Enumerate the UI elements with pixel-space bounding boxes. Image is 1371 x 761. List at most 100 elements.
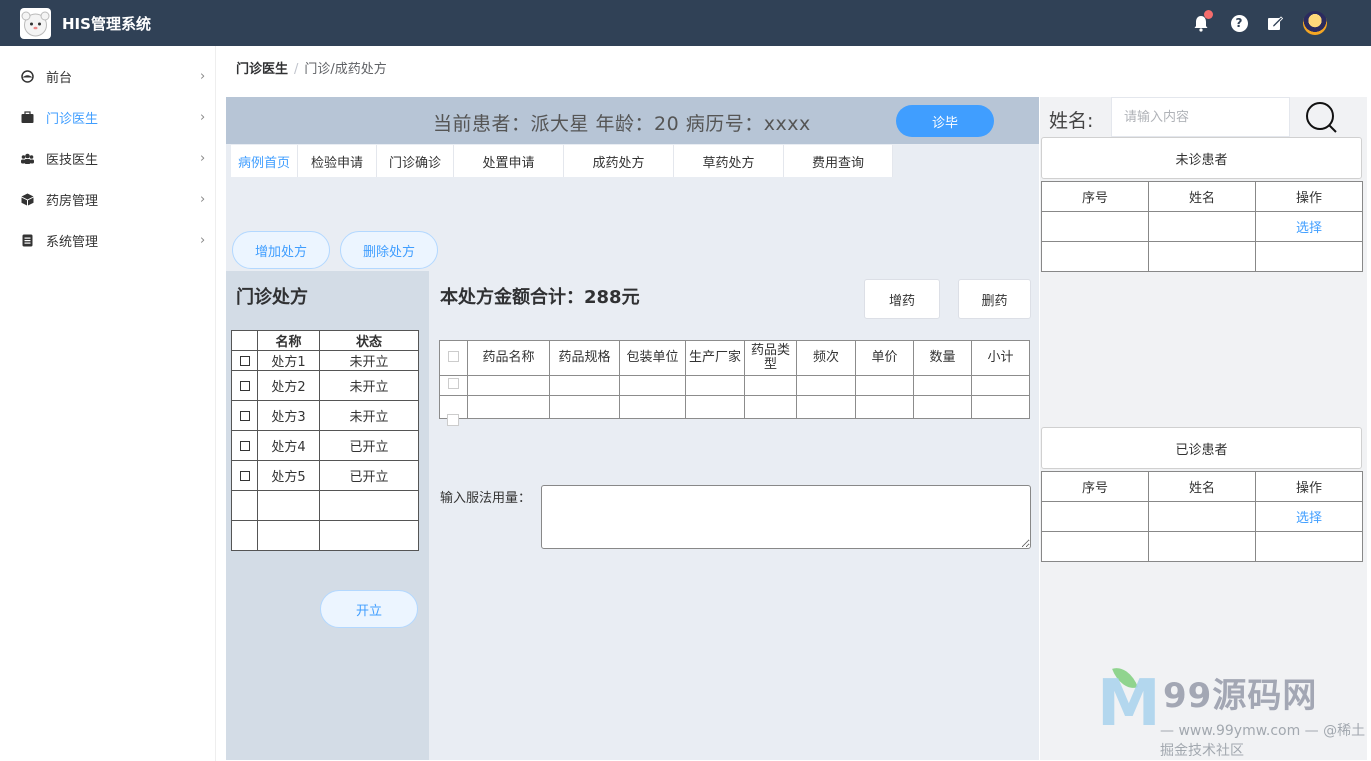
row-checkbox[interactable] <box>239 410 250 421</box>
sidebar-item-medtech-doctor[interactable]: 医技医生 › <box>0 138 216 179</box>
name-label: 姓名: <box>1049 110 1094 132</box>
sidebar-item-label: 医技医生 <box>46 153 99 168</box>
watermark-logo: M <box>1097 667 1161 741</box>
table-row[interactable]: 处方5 已开立 <box>231 460 419 491</box>
row-checkbox[interactable] <box>239 355 250 366</box>
user-avatar[interactable] <box>1303 11 1327 35</box>
add-prescription-button[interactable]: 增加处方 <box>232 231 330 269</box>
breadcrumb-current: 门诊/成药处方 <box>304 62 387 77</box>
done-patients-button[interactable]: 已诊患者 <box>1041 427 1362 469</box>
delete-drug-button[interactable]: 删药 <box>958 279 1031 319</box>
row-checkbox[interactable] <box>239 380 250 391</box>
select-patient-link[interactable]: 选择 <box>1296 221 1322 236</box>
column-header: 姓名 <box>1148 181 1256 212</box>
pending-patients-button[interactable]: 未诊患者 <box>1041 137 1362 179</box>
prescription-name: 处方3 <box>257 400 320 431</box>
help-icon[interactable]: ? <box>1229 13 1249 33</box>
table-row[interactable] <box>439 375 1030 396</box>
sidebar-item-outpatient-doctor[interactable]: 门诊医生 › <box>0 97 216 138</box>
notification-badge <box>1204 10 1213 19</box>
delete-prescription-button[interactable]: 删除处方 <box>340 231 438 269</box>
add-drug-button[interactable]: 增药 <box>864 279 940 319</box>
column-header: 药品类型 <box>744 340 797 376</box>
sidebar-item-front-desk[interactable]: 前台 › <box>0 56 216 97</box>
app-title: HIS管理系统 <box>62 15 151 33</box>
sidebar-item-system[interactable]: 系统管理 › <box>0 220 216 261</box>
finish-consultation-button[interactable]: 诊毕 <box>896 105 994 137</box>
table-row <box>231 490 419 521</box>
watermark-subtext: — www.99ymw.com — @稀土掘金技术社区 <box>1160 723 1366 759</box>
dosage-label: 输入服法用量： <box>440 491 532 506</box>
column-header: 姓名 <box>1148 471 1256 502</box>
tab-diagnosis[interactable]: 门诊确诊 <box>377 145 454 177</box>
prescription-total: 本处方金额合计：288元 <box>440 287 640 308</box>
patient-search-input[interactable] <box>1111 97 1290 137</box>
prescription-name: 处方5 <box>257 460 320 491</box>
select-patient-link[interactable]: 选择 <box>1296 511 1322 526</box>
tab-treatment-request[interactable]: 处置申请 <box>454 145 564 177</box>
prescription-name: 处方2 <box>257 370 320 401</box>
table-row[interactable]: 处方2 未开立 <box>231 370 419 401</box>
app-logo <box>20 8 51 39</box>
prescription-list-title: 门诊处方 <box>236 287 308 308</box>
row-checkbox[interactable] <box>239 470 250 481</box>
top-header: HIS管理系统 ? <box>0 0 1371 46</box>
chevron-right-icon: › <box>200 151 206 166</box>
column-header: 频次 <box>796 340 856 376</box>
breadcrumb-separator: / <box>294 62 299 77</box>
column-header <box>231 330 258 351</box>
prescription-name: 处方1 <box>257 350 320 371</box>
table-row <box>439 395 1030 419</box>
prescription-table: 名称 状态 处方1 未开立 处方2 未开立 处方3 未开立 处方4 已开立 处方… <box>231 330 419 551</box>
column-header: 序号 <box>1041 181 1149 212</box>
sidebar-item-pharmacy[interactable]: 药房管理 › <box>0 179 216 220</box>
table-row: 选择 <box>1041 501 1363 532</box>
tab-case-home[interactable]: 病例首页 <box>231 145 298 177</box>
chevron-right-icon: › <box>200 69 206 84</box>
open-prescription-button[interactable]: 开立 <box>320 590 418 628</box>
briefcase-icon <box>21 111 34 123</box>
sidebar: 前台 › 门诊医生 › 医技医生 › 药房管理 › 系统管理 › <box>0 46 216 761</box>
table-row[interactable]: 处方4 已开立 <box>231 430 419 461</box>
prescription-status: 未开立 <box>319 350 419 371</box>
tab-herbal-prescription[interactable]: 草药处方 <box>674 145 784 177</box>
table-row: 选择 <box>1041 211 1363 242</box>
column-header: 单价 <box>855 340 914 376</box>
chevron-right-icon: › <box>200 233 206 248</box>
done-patients-table: 序号 姓名 操作 选择 <box>1041 471 1363 562</box>
select-all-checkbox[interactable] <box>448 350 459 362</box>
patient-info: 当前患者：派大星 年龄：20 病历号：xxxx <box>433 113 811 135</box>
table-row <box>231 520 419 551</box>
sidebar-item-label: 系统管理 <box>46 235 99 250</box>
table-row <box>1041 531 1363 562</box>
tab-fee-query[interactable]: 费用查询 <box>784 145 893 177</box>
column-header: 数量 <box>913 340 972 376</box>
breadcrumb-parent[interactable]: 门诊医生 <box>236 62 288 77</box>
tab-patent-prescription[interactable]: 成药处方 <box>564 145 674 177</box>
chevron-right-icon: › <box>200 110 206 125</box>
dosage-textarea[interactable] <box>541 485 1031 549</box>
table-row[interactable]: 处方3 未开立 <box>231 400 419 431</box>
sidebar-item-label: 前台 <box>46 71 73 86</box>
tab-lab-request[interactable]: 检验申请 <box>298 145 377 177</box>
search-icon[interactable] <box>1304 100 1338 134</box>
column-header: 包装单位 <box>619 340 686 376</box>
prescription-status: 未开立 <box>319 370 419 401</box>
row-checkbox[interactable] <box>239 440 250 451</box>
box-icon <box>21 193 34 206</box>
breadcrumb: 门诊医生 / 门诊/成药处方 <box>236 58 387 77</box>
prescription-name: 处方4 <box>257 430 320 461</box>
bell-icon[interactable] <box>1191 10 1213 33</box>
column-header: 生产厂家 <box>685 340 745 376</box>
column-header: 序号 <box>1041 471 1149 502</box>
table-row[interactable]: 处方1 未开立 <box>231 350 419 371</box>
drug-table: 药品名称 药品规格 包装单位 生产厂家 药品类型 频次 单价 数量 小计 <box>439 340 1030 419</box>
row-checkbox[interactable] <box>447 414 459 426</box>
column-header: 操作 <box>1255 471 1363 502</box>
edit-icon[interactable] <box>1265 13 1285 33</box>
column-header: 药品名称 <box>467 340 550 376</box>
column-header: 操作 <box>1255 181 1363 212</box>
column-header: 名称 <box>257 330 320 351</box>
sidebar-item-label: 药房管理 <box>46 194 99 209</box>
row-checkbox[interactable] <box>448 378 459 389</box>
